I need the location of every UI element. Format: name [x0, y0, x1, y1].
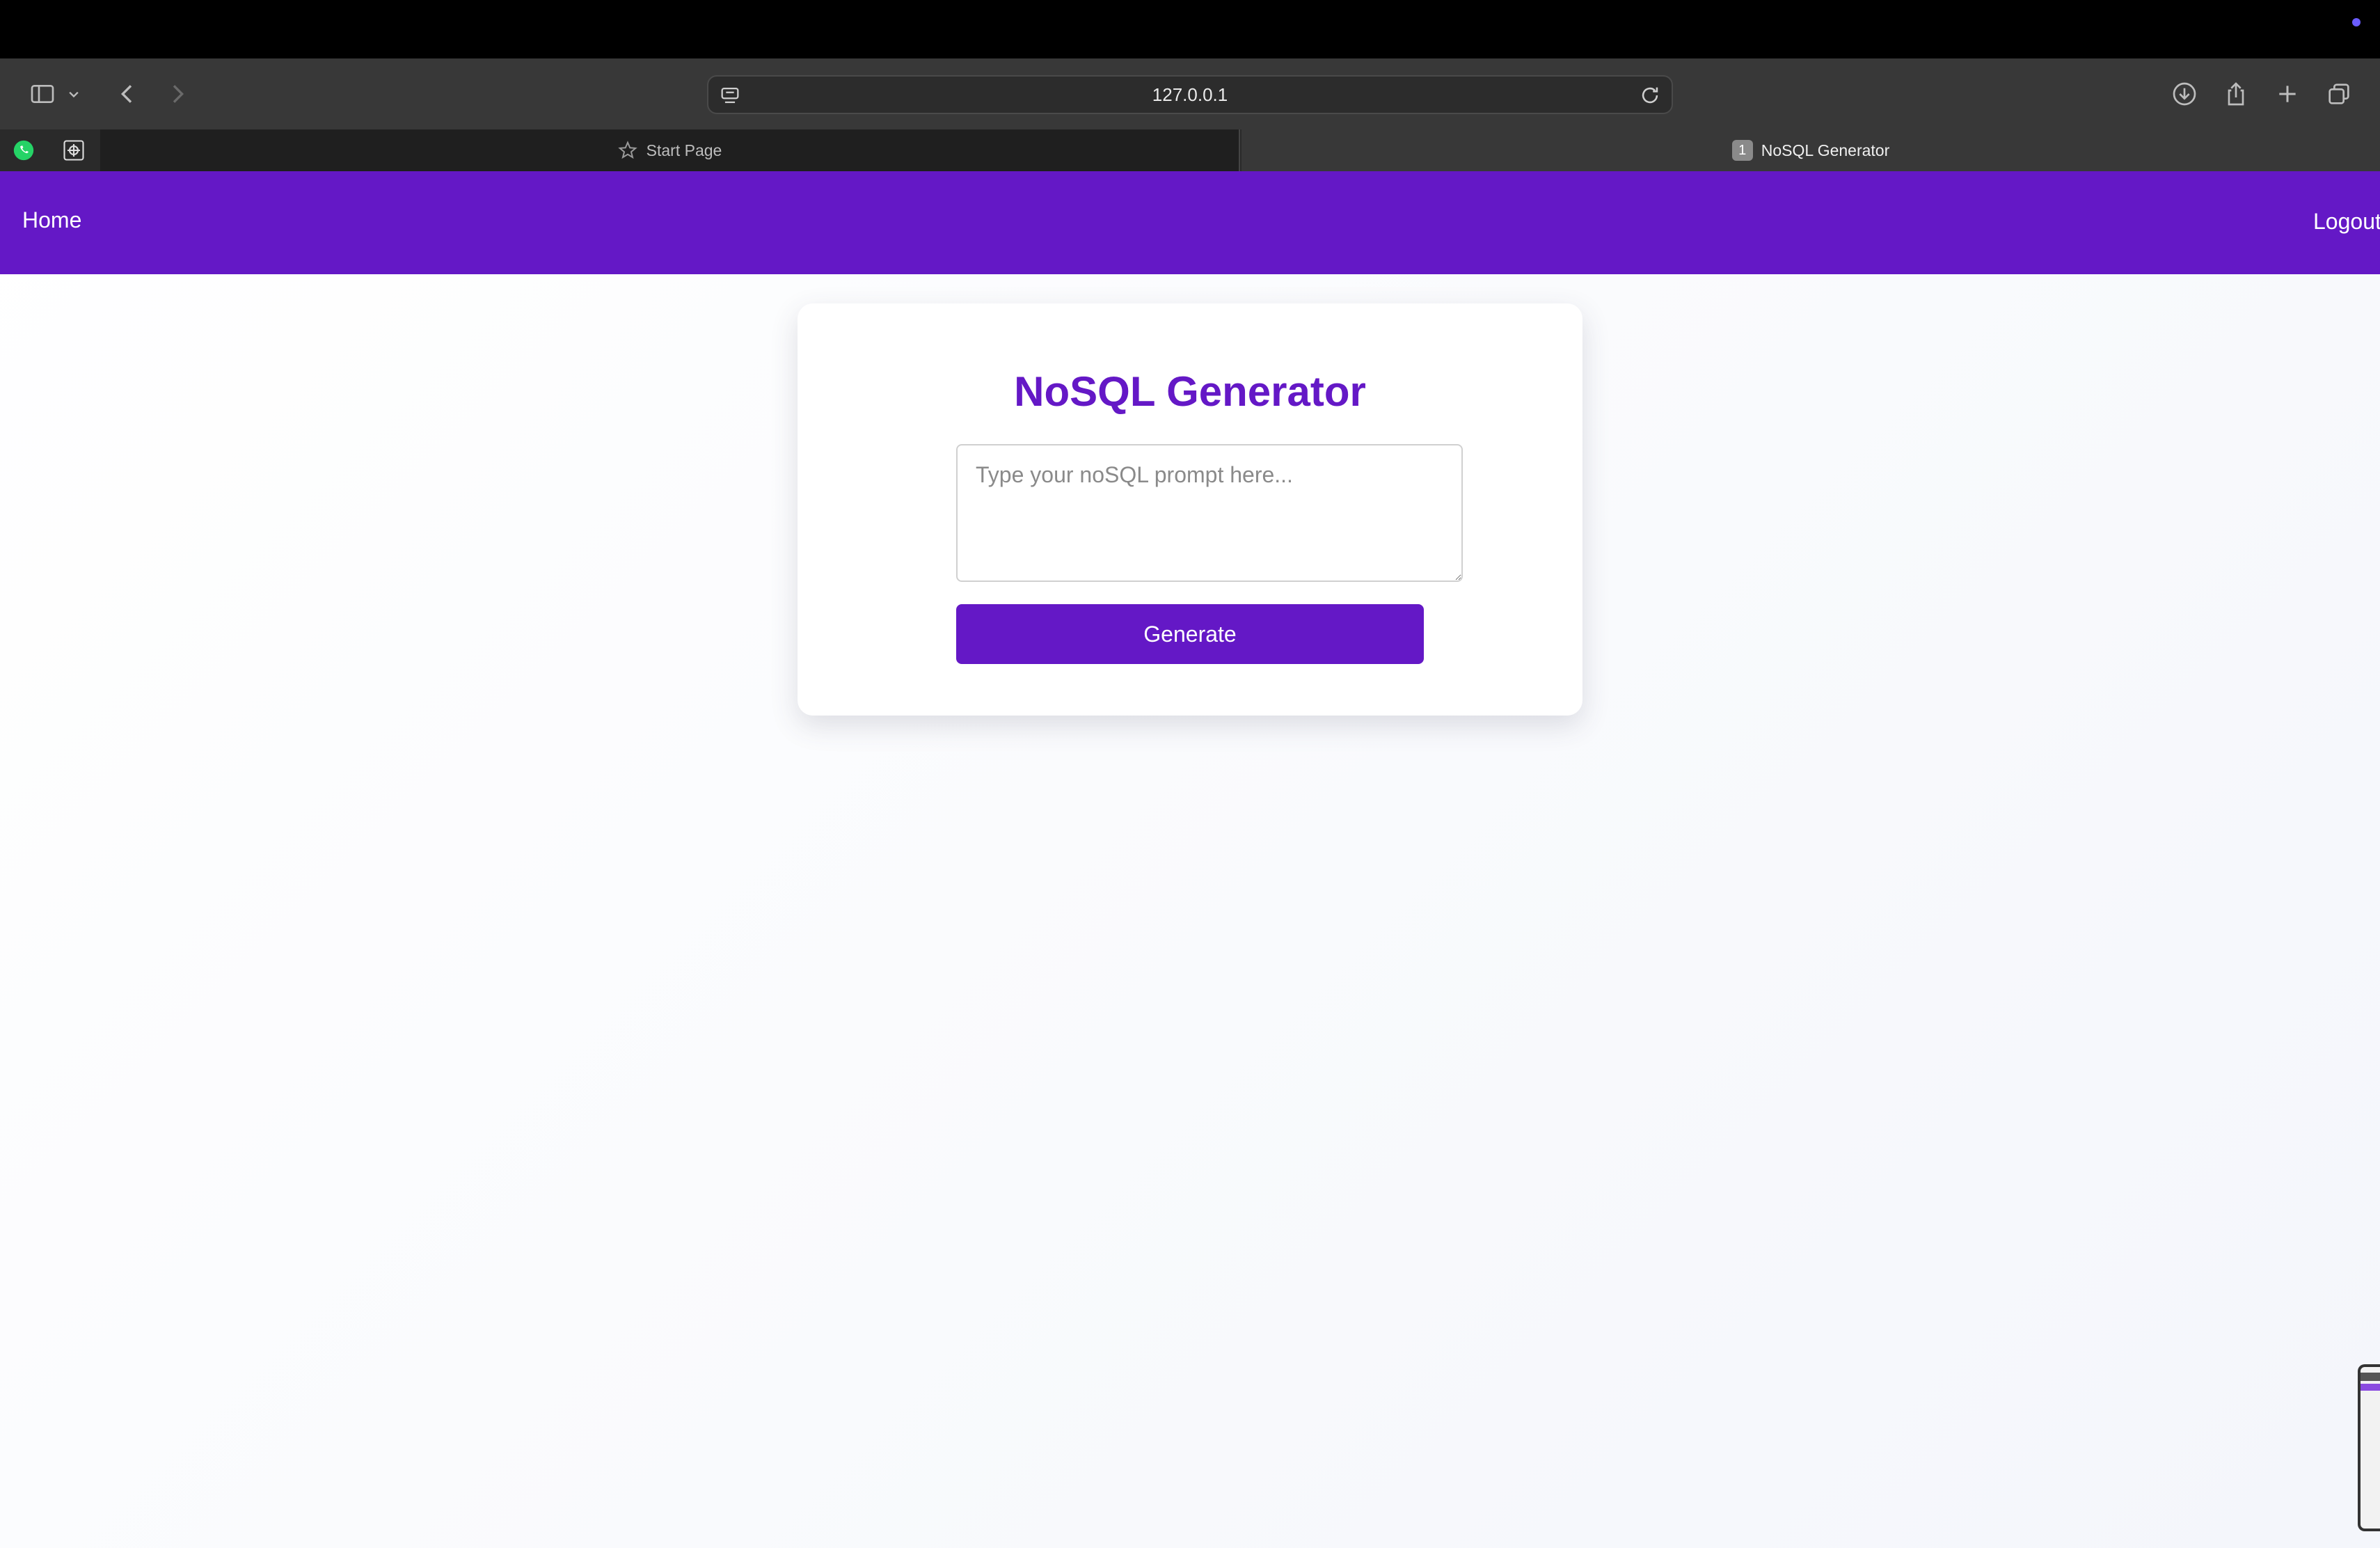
tab-nosql-generator[interactable]: 1 NoSQL Generator [1241, 129, 2380, 171]
home-link[interactable]: Home [22, 207, 81, 233]
tab-label: NoSQL Generator [1761, 141, 1890, 159]
browser-window: 127.0.0.1 Start Page 1 NoSQL Generator H… [0, 0, 2380, 1548]
window-thumbnail[interactable] [2358, 1364, 2380, 1531]
app-pinned-tab-icon[interactable] [58, 135, 89, 166]
page-viewport: Home Logout NoSQL Generator Generate [0, 171, 2380, 1548]
generator-card: NoSQL Generator Generate [798, 303, 1582, 716]
top-navbar: Home Logout [0, 171, 2380, 274]
reload-icon[interactable] [1638, 84, 1662, 107]
status-dot-icon [2352, 18, 2361, 26]
downloads-icon[interactable] [2168, 78, 2200, 110]
page-title: NoSQL Generator [1014, 368, 1366, 415]
back-icon[interactable] [111, 78, 143, 110]
tab-start-page[interactable]: Start Page [100, 129, 1240, 171]
share-icon[interactable] [2220, 78, 2252, 110]
whatsapp-pinned-tab-icon[interactable] [8, 135, 39, 166]
prompt-input[interactable] [956, 444, 1463, 582]
tab-overview-icon[interactable] [2323, 78, 2355, 110]
tab-label: Start Page [646, 141, 722, 159]
logout-link[interactable]: Logout [2313, 209, 2380, 235]
new-tab-icon[interactable] [2271, 78, 2303, 110]
forward-icon[interactable] [161, 78, 193, 110]
system-menu-bar [0, 0, 2380, 58]
tab-favicon-badge: 1 [1731, 140, 1753, 161]
site-settings-icon[interactable] [718, 84, 742, 107]
star-icon [617, 141, 637, 159]
chevron-down-icon[interactable] [64, 78, 84, 110]
address-url: 127.0.0.1 [1152, 84, 1228, 105]
generate-button[interactable]: Generate [956, 604, 1424, 664]
browser-toolbar: 127.0.0.1 [0, 58, 2380, 129]
sidebar-toggle-icon[interactable] [26, 78, 58, 110]
tab-bar: Start Page 1 NoSQL Generator [0, 129, 2380, 171]
address-bar[interactable]: 127.0.0.1 [707, 75, 1673, 114]
